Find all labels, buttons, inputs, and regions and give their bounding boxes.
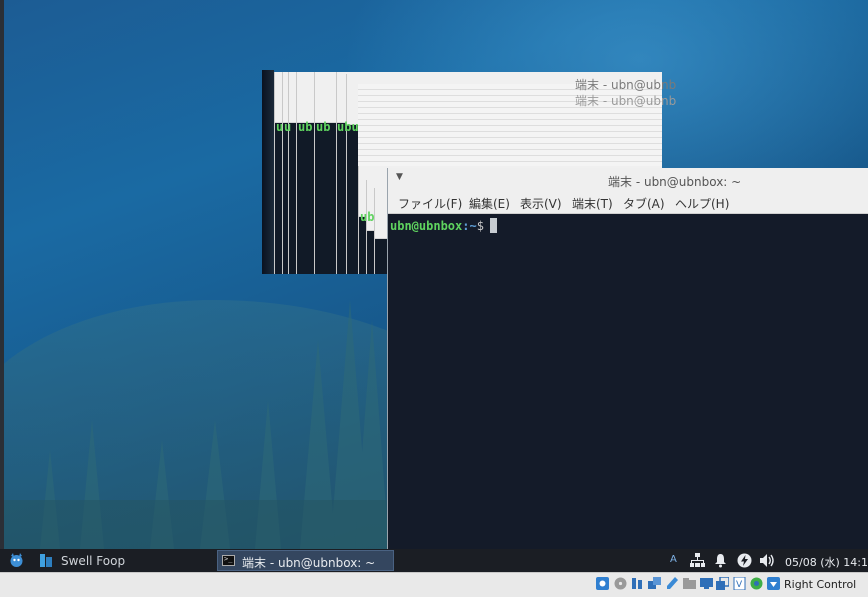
panel-clock[interactable]: 05/08 (水) 14:11: [785, 554, 868, 570]
text-cursor: [489, 218, 497, 233]
display-icon[interactable]: [700, 577, 713, 590]
host-key-indicator: Right Control: [784, 578, 857, 591]
ghost-prompt-fragment: ubu: [337, 120, 359, 134]
shared-folders-icon[interactable]: [683, 577, 696, 590]
menu-help[interactable]: ヘルプ(H): [675, 195, 729, 212]
terminal-app-icon: >_: [222, 555, 235, 566]
hard-disk-icon[interactable]: [596, 577, 609, 590]
volume-icon[interactable]: [759, 553, 776, 568]
terminal-output[interactable]: ubn@ubnbox:~$: [388, 214, 868, 549]
taskbar-button-label: 端末 - ubn@ubnbox: ~: [242, 556, 376, 570]
prompt-symbol: $: [476, 219, 484, 233]
ghost-prompt-fragment: u: [284, 120, 292, 134]
ghost-title-text: 端末 - ubn@ubnb: [575, 94, 677, 108]
audio-icon[interactable]: [631, 577, 644, 590]
virtualization-icon[interactable]: V: [733, 577, 746, 590]
mouse-integration-icon[interactable]: [767, 577, 780, 590]
taskbar-button-terminal[interactable]: >_ 端末 - ubn@ubnbox: ~: [217, 550, 394, 571]
menu-edit[interactable]: 編集(E): [469, 195, 510, 212]
menu-file[interactable]: ファイル(F): [398, 195, 462, 212]
taskbar-panel: Swell Foop >_ 端末 - ubn@ubnbox: ~ A 05/08…: [0, 549, 868, 572]
ghost-prompt-fragment: ub: [298, 120, 313, 134]
terminal-window[interactable]: ▼ 端末 - ubn@ubnbox: ~ ファイル(F) 編集(E) 表示(V)…: [387, 168, 868, 549]
ghost-prompt-fragment: ub: [360, 210, 375, 224]
optical-drive-icon[interactable]: [614, 577, 627, 590]
video-capture-icon[interactable]: [716, 577, 729, 590]
window-menu-arrow-icon[interactable]: ▼: [396, 172, 403, 182]
swell-foop-icon[interactable]: [40, 554, 52, 567]
prompt-line: ubn@ubnbox:~$: [390, 218, 497, 233]
prompt-user-host: ubn@ubnbox: [390, 219, 463, 233]
power-manager-icon[interactable]: [737, 553, 752, 568]
virtualbox-status-bar: V Right Control: [0, 572, 868, 597]
screen-left-edge: [0, 0, 4, 549]
menu-tabs[interactable]: タブ(A): [623, 195, 665, 212]
network-adapter-icon[interactable]: [648, 577, 661, 590]
ghost-title-text: 端末 - ubn@ubnb: [575, 78, 677, 92]
notification-bell-icon[interactable]: [714, 553, 727, 568]
window-titlebar[interactable]: ▼ 端末 - ubn@ubnbox: ~: [388, 168, 868, 193]
menu-view[interactable]: 表示(V): [520, 195, 562, 212]
terminal-menubar: ファイル(F) 編集(E) 表示(V) 端末(T) タブ(A) ヘルプ(H): [388, 192, 868, 214]
launcher-swell-foop[interactable]: Swell Foop: [61, 554, 125, 568]
svg-text:V: V: [736, 580, 743, 590]
ghost-prompt-fragment: ub: [316, 120, 331, 134]
whisker-menu-icon[interactable]: [9, 553, 24, 568]
ghost-prompt-fragment: u: [276, 120, 284, 134]
usb-icon[interactable]: [666, 577, 679, 590]
prompt-path: :~: [462, 219, 477, 233]
window-title: 端末 - ubn@ubnbox: ~: [608, 175, 742, 189]
input-method-indicator[interactable]: A: [670, 554, 677, 569]
menu-terminal[interactable]: 端末(T): [572, 195, 613, 212]
network-icon[interactable]: [690, 553, 705, 568]
guest-additions-icon[interactable]: [750, 577, 763, 590]
ghost-shadow: [262, 70, 274, 274]
